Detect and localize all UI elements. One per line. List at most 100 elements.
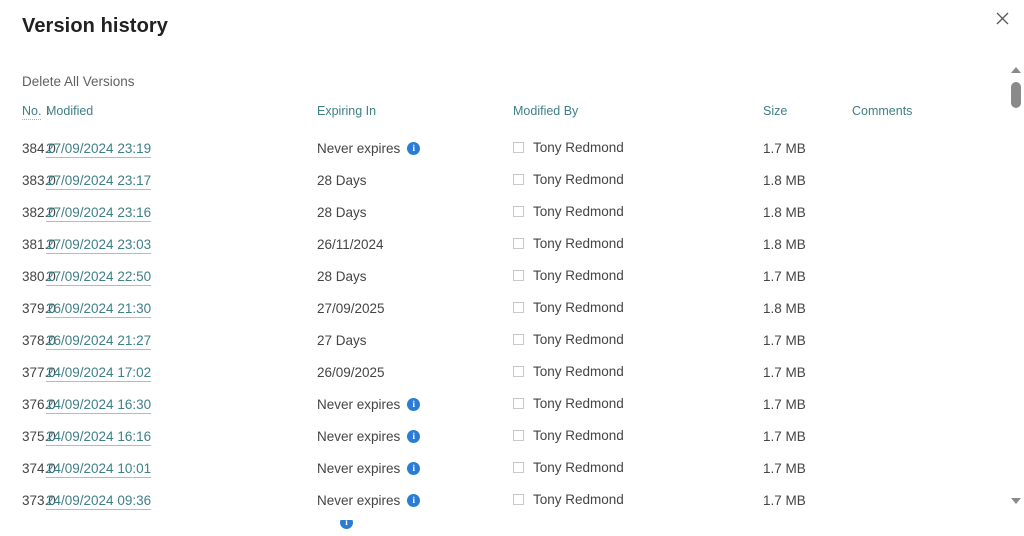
command-bar: Delete All Versions [22, 73, 135, 91]
info-icon[interactable]: i [340, 520, 353, 529]
modified-by-cell: Tony Redmond [510, 324, 760, 356]
modified-by-cell: Tony Redmond [510, 484, 760, 516]
size-cell: 1.7 MB [763, 268, 806, 284]
version-number-cell: 377.0 [22, 364, 56, 380]
table-row: 380.0 27/09/2024 22:50 28 Days Tony Redmond… [0, 260, 985, 292]
row-checkbox[interactable] [513, 366, 524, 377]
modified-date-link[interactable]: 24/09/2024 10:01 [46, 460, 152, 478]
scroll-up-arrow-icon [1010, 66, 1021, 73]
table-row: 375.0 24/09/2024 16:16 Never expires i Tony … [0, 420, 985, 452]
modified-date-link[interactable]: 27/09/2024 23:16 [46, 204, 152, 222]
vertical-scrollbar[interactable] [1007, 58, 1024, 536]
modified-date-link[interactable]: 27/09/2024 23:17 [46, 172, 152, 190]
row-checkbox[interactable] [513, 430, 524, 441]
info-icon[interactable]: i [407, 141, 421, 155]
column-header-no[interactable]: No. ↓ [0, 104, 50, 132]
close-button[interactable] [986, 3, 1018, 33]
modified-by-content: Tony Redmond [513, 140, 624, 155]
modified-date-link[interactable]: 24/09/2024 16:30 [46, 396, 152, 414]
comments-cell [850, 292, 985, 324]
modified-by-cell: Tony Redmond [510, 452, 760, 484]
size-cell: 1.7 MB [763, 364, 806, 380]
size-cell: 1.7 MB [763, 396, 806, 412]
row-checkbox[interactable] [513, 302, 524, 313]
version-number-cell: 382.0 [22, 204, 56, 220]
comments-cell [850, 260, 985, 292]
size-cell: 1.7 MB [763, 460, 806, 476]
version-number-cell: 374.0 [22, 460, 56, 476]
modified-by-name: Tony Redmond [533, 300, 624, 315]
expiring-in-cell: 28 Days [312, 164, 510, 196]
modified-date-link[interactable]: 24/09/2024 17:02 [46, 364, 152, 382]
modified-date-link[interactable]: 27/09/2024 22:50 [46, 268, 152, 286]
modified-by-name: Tony Redmond [533, 204, 624, 219]
modified-date-link[interactable]: 24/09/2024 09:36 [46, 492, 152, 510]
row-checkbox[interactable] [513, 238, 524, 249]
comments-cell [850, 452, 985, 484]
table-row: 374.0 24/09/2024 10:01 Never expires i Tony … [0, 452, 985, 484]
expiring-in-label: 27/09/2025 [317, 300, 385, 316]
expiring-in-cell: 26/11/2024 [312, 228, 510, 260]
delete-all-versions-button[interactable]: Delete All Versions [22, 74, 135, 89]
modified-date-link[interactable]: 24/09/2024 16:16 [46, 428, 152, 446]
modified-date-link[interactable]: 27/09/2024 23:19 [46, 140, 152, 158]
column-header-no-label: No. [22, 104, 42, 120]
expiring-in-content: Never expires i [317, 140, 421, 156]
row-checkbox[interactable] [513, 174, 524, 185]
expiring-in-cell: Never expires i [312, 420, 510, 452]
row-checkbox[interactable] [513, 142, 524, 153]
row-checkbox[interactable] [513, 462, 524, 473]
expiring-in-label: 26/09/2025 [317, 364, 385, 380]
modified-by-name: Tony Redmond [533, 268, 624, 283]
column-header-modified[interactable]: Modified [46, 104, 312, 132]
modified-date-cell: 26/09/2024 21:27 [46, 324, 312, 356]
expiring-in-content: Never expires i [317, 461, 421, 476]
modified-date-link[interactable]: 27/09/2024 23:03 [46, 236, 152, 254]
comments-cell [850, 164, 985, 196]
modified-by-cell: Tony Redmond [510, 260, 760, 292]
modified-date-cell: 27/09/2024 23:19 [46, 132, 312, 164]
expiring-in-cell: 28 Days [312, 196, 510, 228]
size-cell: 1.8 MB [763, 204, 806, 220]
column-header-comments[interactable]: Comments [850, 104, 985, 132]
modified-date-cell: 24/09/2024 09:36 [46, 484, 312, 516]
scrollbar-thumb[interactable] [1011, 82, 1021, 108]
modified-date-cell: 27/09/2024 23:16 [46, 196, 312, 228]
expiring-in-cell: 27 Days [312, 324, 510, 356]
column-header-expiring-in[interactable]: Expiring In [312, 104, 510, 132]
version-number-cell: 373.0 [22, 492, 56, 508]
table-header-row: No. ↓ Modified Expiring In Modified By S… [0, 104, 985, 132]
expiring-in-content: Never expires i [317, 493, 421, 508]
modified-date-link[interactable]: 26/09/2024 21:27 [46, 332, 152, 350]
table-row: 384.0 27/09/2024 23:19 Never expires i Tony … [0, 132, 985, 164]
info-icon[interactable]: i [407, 397, 421, 411]
row-checkbox[interactable] [513, 334, 524, 345]
modified-date-cell: 24/09/2024 17:02 [46, 356, 312, 388]
expiring-in-label: Never expires [317, 140, 401, 156]
row-checkbox[interactable] [513, 206, 524, 217]
info-icon[interactable]: i [407, 493, 421, 507]
row-checkbox[interactable] [513, 494, 524, 505]
info-icon[interactable]: i [407, 461, 421, 475]
table-row: 379.0 26/09/2024 21:30 27/09/2025 Tony Redm… [0, 292, 985, 324]
modified-by-cell: Tony Redmond [510, 132, 760, 164]
comments-cell [850, 132, 985, 164]
comments-cell [850, 388, 985, 420]
modified-by-name: Tony Redmond [533, 332, 624, 347]
expiring-in-cell: Never expires i [312, 132, 510, 164]
modified-date-cell: 24/09/2024 10:01 [46, 452, 312, 484]
expiring-in-content: Never expires i [317, 397, 421, 412]
comments-cell [850, 484, 985, 516]
scroll-up-button[interactable] [1007, 61, 1024, 78]
version-number-cell: 378.0 [22, 332, 56, 348]
row-checkbox[interactable] [513, 398, 524, 409]
column-header-size[interactable]: Size [760, 104, 850, 132]
column-header-modified-by[interactable]: Modified By [510, 104, 760, 132]
modified-date-link[interactable]: 26/09/2024 21:30 [46, 300, 152, 318]
expiring-in-cell: 27/09/2025 [312, 292, 510, 324]
version-history-table: No. ↓ Modified Expiring In Modified By S… [0, 104, 985, 516]
scroll-down-button[interactable] [1007, 492, 1024, 509]
info-icon[interactable]: i [407, 429, 421, 443]
row-checkbox[interactable] [513, 270, 524, 281]
modified-date-cell: 27/09/2024 23:03 [46, 228, 312, 260]
